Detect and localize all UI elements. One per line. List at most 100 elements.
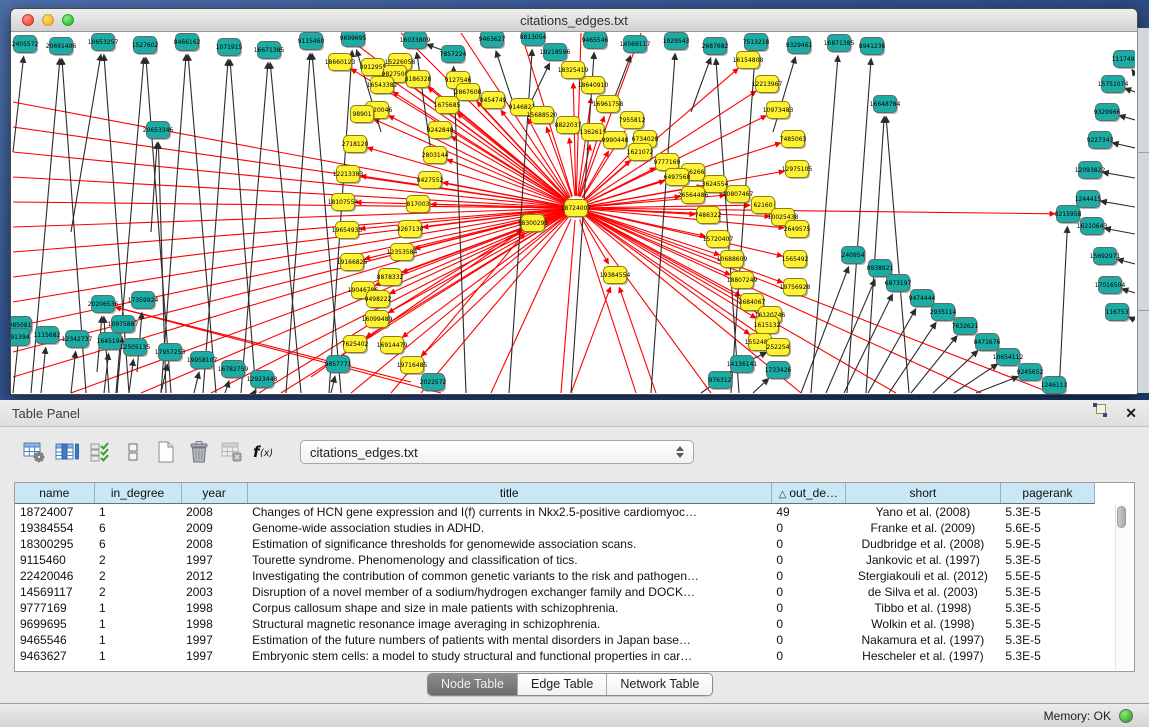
tab-network-table[interactable]: Network Table: [606, 674, 712, 695]
table-row[interactable]: 911546021997Tourette syndrome. Phenomeno…: [15, 552, 1095, 568]
graph-node[interactable]: 9857771: [325, 356, 352, 375]
graph-node[interactable]: 16210643: [1077, 218, 1108, 237]
graph-node[interactable]: 17957253: [155, 344, 186, 363]
graph-node[interactable]: 17016504: [1095, 277, 1126, 296]
show-columns-icon[interactable]: [53, 439, 80, 466]
graph-node[interactable]: 12505135: [120, 339, 151, 358]
network-view[interactable]: 2405572206914061065325715276028466162107…: [11, 32, 1135, 394]
graph-node[interactable]: 19756928: [780, 279, 811, 298]
graph-node[interactable]: 252254: [767, 339, 792, 358]
network-window-titlebar[interactable]: citations_edges.txt: [11, 9, 1137, 32]
graph-node[interactable]: 16033809: [400, 32, 431, 50]
graph-node[interactable]: 7857224: [440, 46, 467, 65]
graph-node[interactable]: 240954: [842, 247, 867, 266]
graph-node[interactable]: 3267130: [397, 221, 424, 240]
graph-node[interactable]: 8466162: [174, 34, 201, 53]
graph-node[interactable]: 10807467: [723, 186, 754, 205]
graph-node[interactable]: 9242848: [427, 122, 454, 141]
table-row[interactable]: 1830029562008Estimation of significance …: [15, 536, 1095, 552]
select-all-icon[interactable]: [86, 439, 113, 466]
graph-node[interactable]: 19166825: [337, 254, 368, 273]
graph-node[interactable]: 2803144: [422, 147, 449, 166]
graph-node[interactable]: 116753: [1106, 304, 1131, 323]
panel-divider-grip[interactable]: ⌃: [569, 392, 579, 400]
column-header-title[interactable]: title: [247, 483, 771, 504]
graph-node[interactable]: 18807249: [727, 272, 758, 291]
graph-node[interactable]: 16099489: [362, 311, 393, 330]
graph-node[interactable]: 20206536: [88, 296, 119, 315]
graph-node[interactable]: 1071915: [216, 39, 243, 58]
graph-node[interactable]: 8215958: [1055, 206, 1082, 225]
function-builder-icon[interactable]: f (x): [251, 439, 278, 466]
table-row[interactable]: 1938455462009Genome-wide association stu…: [15, 520, 1095, 536]
graph-node[interactable]: 26564486: [678, 187, 709, 206]
unselect-all-icon[interactable]: [119, 439, 146, 466]
graph-node[interactable]: 12923448: [247, 371, 278, 390]
graph-node[interactable]: 9227343: [1087, 132, 1114, 151]
close-window-button[interactable]: [22, 14, 34, 26]
graph-node[interactable]: 18660123: [325, 54, 356, 73]
graph-node[interactable]: 12093822: [1075, 162, 1106, 181]
graph-node[interactable]: 20691406: [46, 38, 77, 57]
graph-node[interactable]: 15692971: [1090, 248, 1121, 267]
graph-node[interactable]: 391394: [11, 329, 31, 348]
graph-node[interactable]: 7625402: [342, 336, 369, 355]
graph-node[interactable]: 1244415: [1075, 191, 1102, 210]
graph-node[interactable]: 9474444: [909, 290, 936, 309]
graph-node[interactable]: 1733426: [765, 362, 792, 381]
graph-node[interactable]: 1527602: [132, 37, 159, 56]
graph-node[interactable]: 98901: [351, 106, 376, 125]
graph-node[interactable]: 8941236: [859, 38, 886, 57]
graph-node[interactable]: 15688520: [527, 107, 558, 126]
graph-node[interactable]: 1117490: [1112, 51, 1135, 70]
graph-node[interactable]: 7513218: [743, 34, 770, 53]
graph-node[interactable]: 10973483: [763, 102, 794, 121]
graph-node[interactable]: 8471676: [974, 334, 1001, 353]
column-header-in_degree[interactable]: in_degree: [94, 483, 181, 504]
column-header-name[interactable]: name: [15, 483, 94, 504]
graph-node[interactable]: 14136141: [727, 356, 758, 375]
graph-node[interactable]: 16543382: [367, 77, 398, 96]
graph-node[interactable]: 12213383: [333, 166, 364, 185]
graph-node[interactable]: 16154808: [733, 52, 764, 71]
graph-node[interactable]: 1675685: [434, 97, 461, 116]
graph-node[interactable]: 16782759: [218, 361, 249, 380]
graph-node[interactable]: 8427552: [417, 172, 444, 191]
graph-node[interactable]: 15751074: [1098, 76, 1129, 95]
graph-node[interactable]: 1615132: [754, 317, 781, 336]
graph-node[interactable]: 8813054: [520, 32, 547, 47]
zoom-window-button[interactable]: [62, 14, 74, 26]
graph-node[interactable]: 9699695: [340, 32, 367, 48]
graph-node[interactable]: 12213967: [752, 76, 783, 95]
graph-node[interactable]: 8878332: [377, 269, 404, 288]
graph-node[interactable]: 8822037: [555, 117, 582, 136]
graph-node[interactable]: 2718120: [342, 136, 369, 155]
graph-node[interactable]: 10688609: [717, 251, 748, 270]
table-row[interactable]: 946554611997Estimation of the future num…: [15, 632, 1095, 648]
graph-node[interactable]: 16648784: [870, 96, 901, 115]
graph-node[interactable]: 17359924: [128, 292, 159, 311]
graph-node[interactable]: 18325419: [558, 62, 589, 81]
graph-node[interactable]: 16871385: [824, 35, 855, 54]
table-settings-icon[interactable]: [20, 439, 47, 466]
column-header-out_degree[interactable]: △out_de…: [771, 483, 845, 504]
graph-node[interactable]: 2649575: [784, 221, 811, 240]
graph-node[interactable]: 9465546: [582, 32, 609, 50]
graph-node[interactable]: 2022572: [420, 374, 447, 393]
graph-node[interactable]: 7485063: [780, 131, 807, 150]
table-row[interactable]: 969969511998Structural magnetic resonanc…: [15, 616, 1095, 632]
minimize-window-button[interactable]: [42, 14, 54, 26]
graph-node[interactable]: 976312: [709, 372, 734, 391]
graph-node[interactable]: 1929543: [663, 33, 690, 52]
graph-node[interactable]: 15720407: [703, 231, 734, 250]
table-row[interactable]: 946362711997Embryonic stem cells: a mode…: [15, 648, 1095, 664]
table-row[interactable]: 977716911998Corpus callosum shape and si…: [15, 600, 1095, 616]
table-row[interactable]: 2242004622012Investigating the contribut…: [15, 568, 1095, 584]
graph-node[interactable]: 19384554: [600, 267, 631, 286]
network-window[interactable]: citations_edges.txt 24055722069140610653…: [10, 8, 1138, 395]
graph-node[interactable]: 9498222: [365, 291, 392, 310]
table-scrollbar-thumb[interactable]: [1117, 506, 1126, 528]
graph-node[interactable]: 20653346: [143, 122, 174, 141]
graph-node[interactable]: 1621072: [627, 144, 654, 163]
new-document-icon[interactable]: [152, 439, 179, 466]
